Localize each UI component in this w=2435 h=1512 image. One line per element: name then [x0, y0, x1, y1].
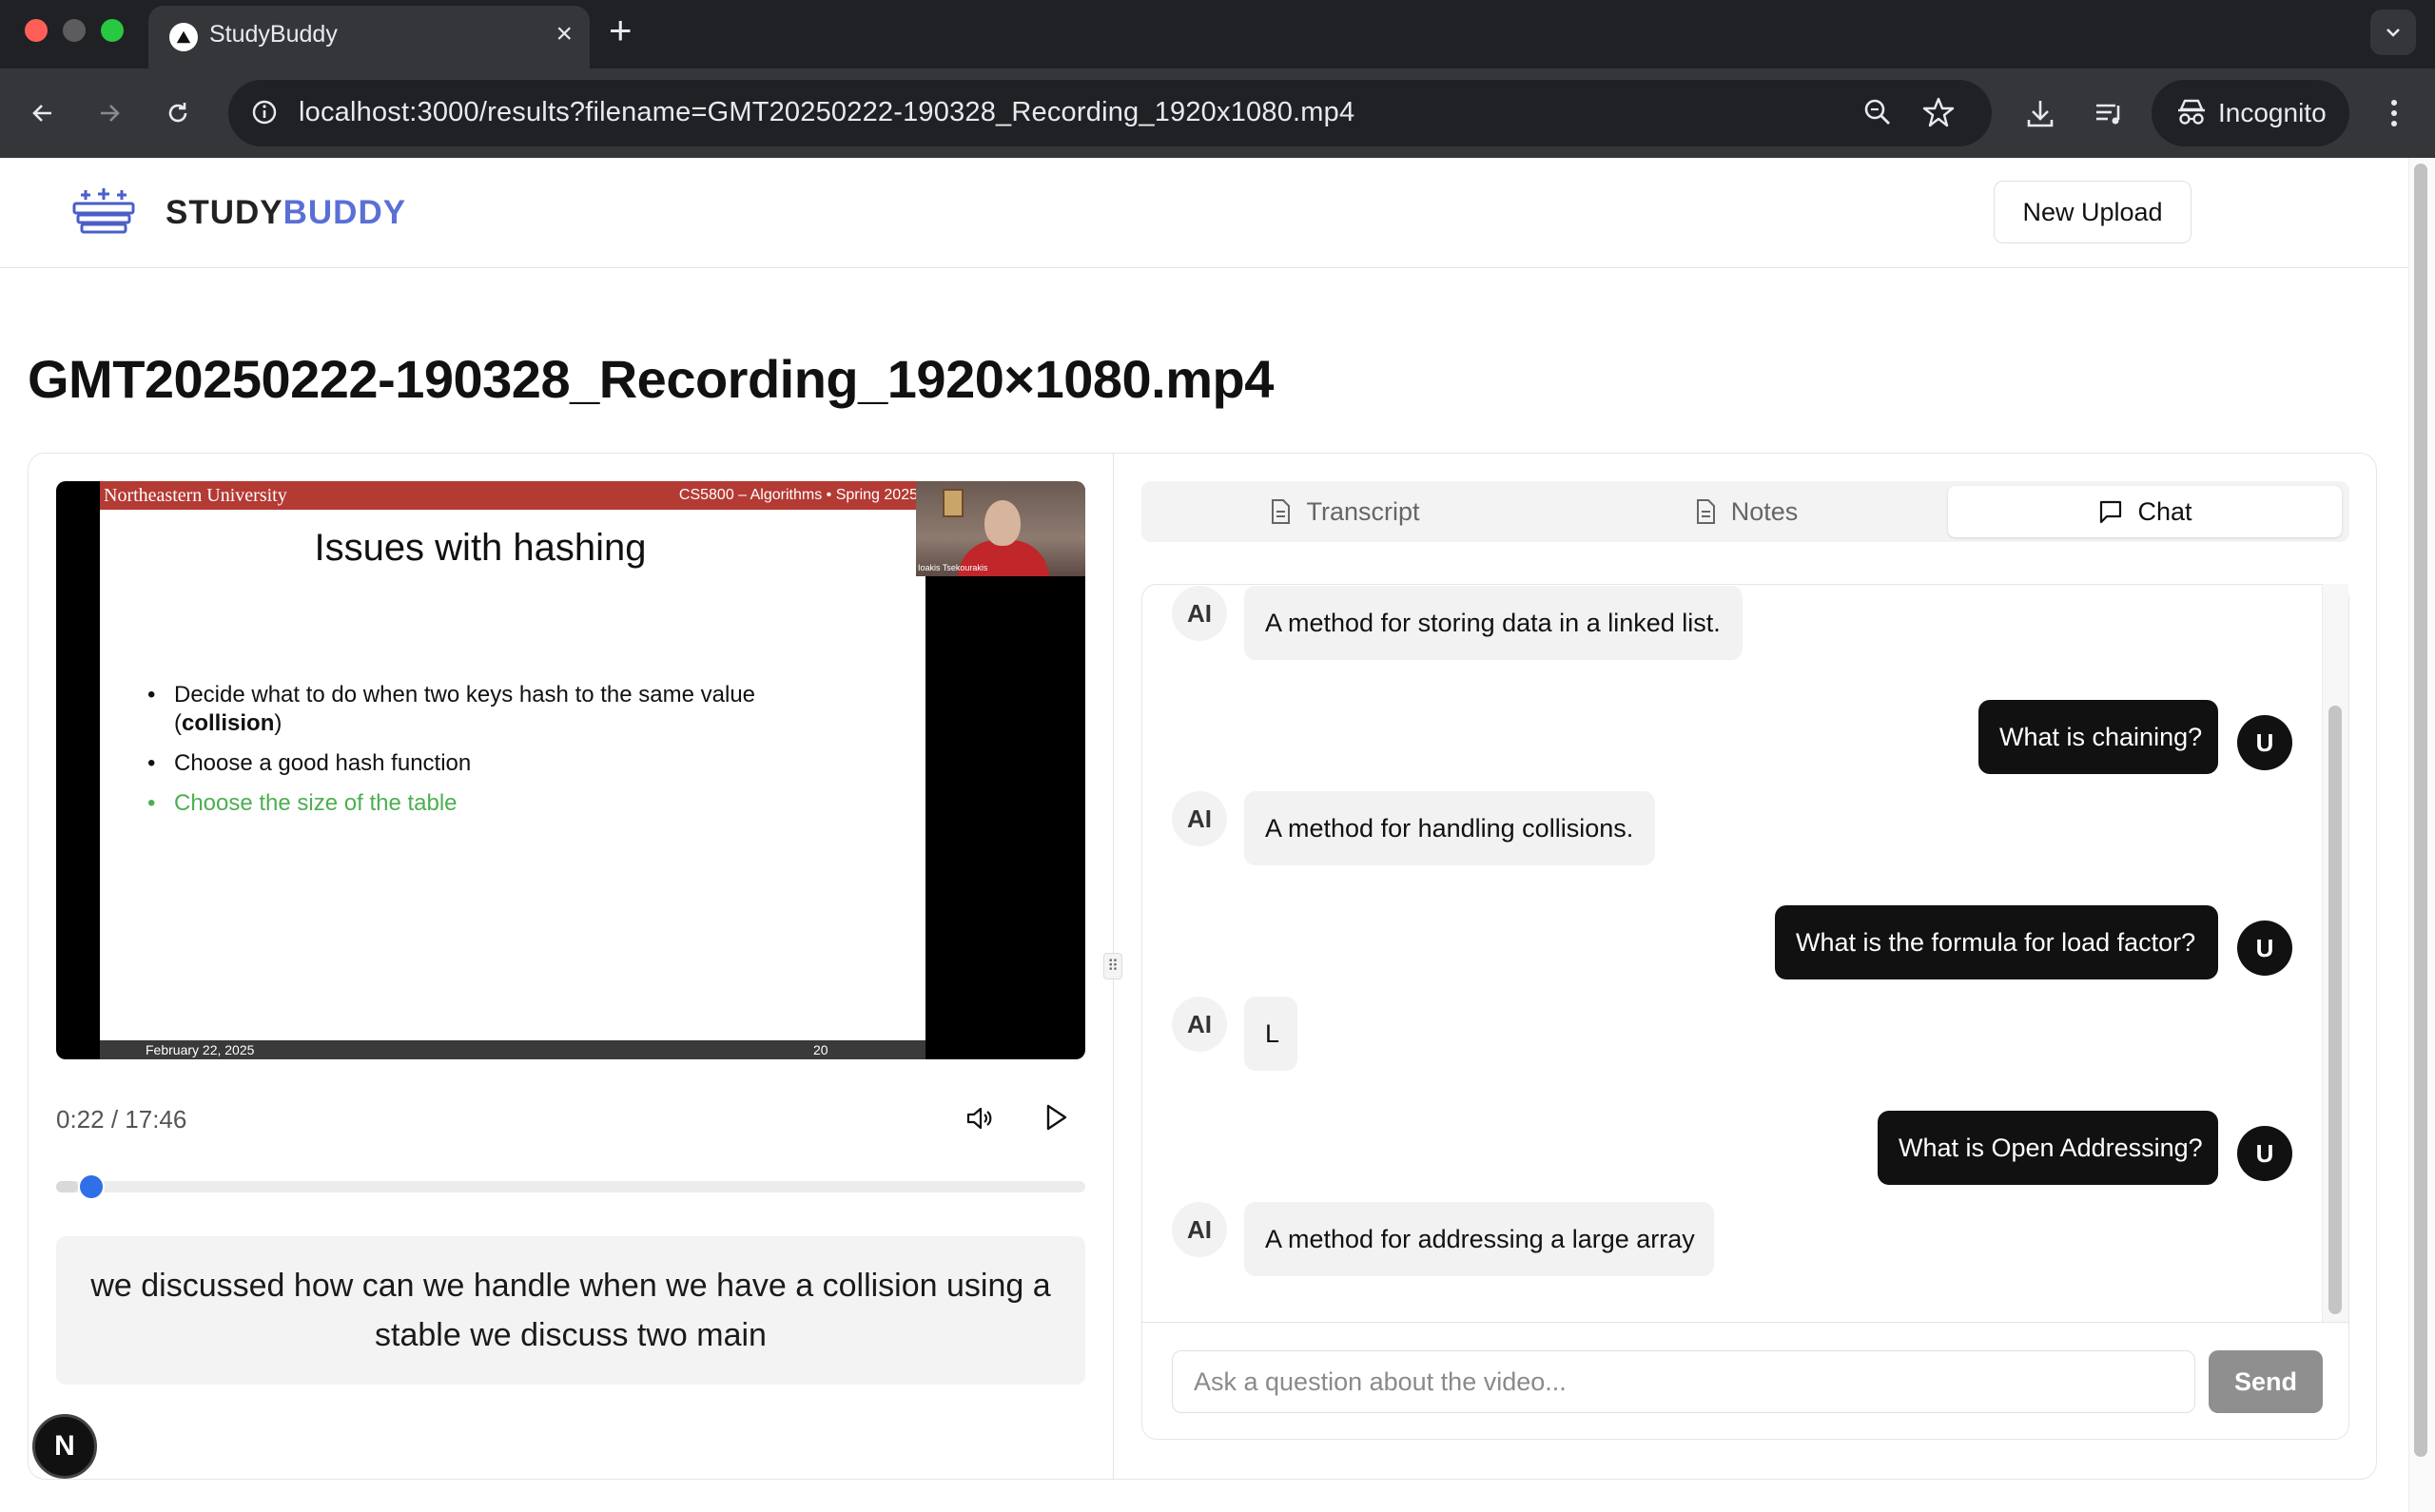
- chat-input-divider: [1141, 1322, 2349, 1323]
- live-caption: we discussed how can we handle when we h…: [56, 1236, 1085, 1385]
- studybuddy-logo-icon: [70, 186, 137, 240]
- brand-study: STUDY: [166, 194, 283, 231]
- nextjs-dev-badge[interactable]: N: [32, 1414, 97, 1479]
- app-header: STUDYBUDDY New Upload: [0, 158, 2408, 268]
- forward-arrow-icon[interactable]: [86, 89, 133, 137]
- user-avatar: U: [2237, 1126, 2292, 1181]
- ai-avatar: AI: [1172, 1202, 1227, 1257]
- slide-university: Northeastern University: [104, 485, 287, 506]
- slide-bullet: Decide what to do when two keys hash to …: [142, 681, 827, 738]
- maximize-window-button[interactable]: [101, 19, 124, 42]
- chat-bubble-icon: [2100, 500, 2122, 524]
- notes-document-icon: [1696, 499, 1715, 524]
- page-title: GMT20250222-190328_Recording_1920×1080.m…: [28, 349, 1274, 409]
- tab-title: StudyBuddy: [209, 21, 338, 48]
- slide-bullets: Decide what to do when two keys hash to …: [142, 681, 827, 829]
- tab-chat[interactable]: Chat: [1948, 486, 2342, 537]
- tab-transcript-label: Transcript: [1306, 496, 1420, 526]
- bullet-text: ): [274, 710, 282, 736]
- incognito-icon: [2174, 95, 2209, 134]
- close-window-button[interactable]: [25, 19, 48, 42]
- slide-date: February 22, 2025: [146, 1042, 255, 1057]
- send-button[interactable]: Send: [2209, 1350, 2323, 1413]
- video-time: 0:22 / 17:46: [56, 1105, 187, 1134]
- message-bubble: What is chaining?: [1978, 700, 2218, 774]
- message-bubble: L: [1244, 997, 1297, 1071]
- slide-page-number: 20: [813, 1042, 828, 1057]
- message-bubble: What is Open Addressing?: [1878, 1111, 2218, 1185]
- message-bubble: A method for addressing a large array: [1244, 1202, 1714, 1276]
- media-queue-icon[interactable]: [2085, 89, 2133, 137]
- chat-question-input[interactable]: [1172, 1350, 2195, 1413]
- new-tab-plus-icon[interactable]: +: [609, 8, 633, 53]
- browser-tab[interactable]: StudyBuddy ×: [148, 6, 590, 68]
- back-arrow-icon[interactable]: [19, 89, 67, 137]
- tab-close-icon[interactable]: ×: [555, 17, 573, 51]
- user-avatar: U: [2237, 715, 2292, 770]
- message-bubble: What is the formula for load factor?: [1775, 905, 2218, 979]
- reload-icon[interactable]: [154, 89, 202, 137]
- bullet-bold-text: collision: [182, 710, 275, 736]
- ai-avatar: AI: [1172, 791, 1227, 846]
- browser-menu-kebab-icon[interactable]: [2370, 89, 2418, 137]
- progress-fill: [56, 1181, 78, 1192]
- progress-thumb[interactable]: [78, 1173, 105, 1200]
- minimize-window-button[interactable]: [63, 19, 86, 42]
- page-scroll-thumb[interactable]: [2414, 164, 2427, 1457]
- url-text[interactable]: localhost:3000/results?filename=GMT20250…: [299, 97, 1354, 128]
- tab-chat-label: Chat: [2137, 496, 2192, 526]
- document-icon: [1272, 499, 1291, 524]
- message-bubble: A method for handling collisions.: [1244, 791, 1655, 865]
- tab-notes-label: Notes: [1730, 496, 1799, 526]
- video-progress-slider[interactable]: [56, 1173, 1085, 1200]
- resize-grip-icon[interactable]: ⠿: [1103, 953, 1122, 979]
- slide-footer: February 22, 2025 20: [100, 1040, 925, 1059]
- user-avatar: U: [2237, 921, 2292, 976]
- browser-toolbar: localhost:3000/results?filename=GMT20250…: [0, 68, 2435, 158]
- triangle-favicon-icon: [169, 23, 198, 51]
- panel-tabs: Transcript Notes Chat: [1141, 481, 2349, 542]
- browser-tabstrip: StudyBuddy × +: [0, 0, 2435, 68]
- ai-avatar: AI: [1172, 586, 1227, 641]
- ai-avatar: AI: [1172, 997, 1227, 1052]
- address-bar[interactable]: localhost:3000/results?filename=GMT20250…: [228, 80, 1992, 146]
- site-info-icon[interactable]: [247, 95, 282, 134]
- presenter-webcam: Ioakis Tsekourakis: [916, 481, 1085, 576]
- slide-header-bar: Northeastern University CS5800 – Algorit…: [100, 481, 925, 510]
- slide-bullet-highlight: Choose the size of the table: [142, 789, 827, 818]
- incognito-profile-button[interactable]: Incognito: [2152, 80, 2349, 146]
- lecture-slide: Northeastern University CS5800 – Algorit…: [100, 481, 925, 1059]
- play-icon[interactable]: [1037, 1101, 1075, 1135]
- volume-icon[interactable]: [961, 1103, 999, 1134]
- incognito-label: Incognito: [2218, 98, 2327, 127]
- bookmark-star-icon[interactable]: [1921, 95, 1956, 134]
- tab-transcript[interactable]: Transcript: [1147, 486, 1541, 537]
- wall-poster: [943, 489, 964, 517]
- video-player[interactable]: Northeastern University CS5800 – Algorit…: [56, 481, 1085, 1059]
- message-bubble: A method for storing data in a linked li…: [1244, 586, 1743, 660]
- tab-notes[interactable]: Notes: [1549, 486, 1942, 537]
- new-upload-button[interactable]: New Upload: [1994, 181, 2192, 243]
- zoom-magnifier-icon[interactable]: [1860, 95, 1895, 134]
- slide-bullet: Choose a good hash function: [142, 749, 827, 778]
- brand-buddy: BUDDY: [282, 194, 407, 231]
- webcam-name-label: Ioakis Tsekourakis: [918, 563, 988, 572]
- slide-title: Issues with hashing: [314, 527, 647, 569]
- download-icon[interactable]: [2016, 89, 2064, 137]
- presenter-head: [984, 500, 1021, 546]
- slide-course: CS5800 – Algorithms • Spring 2025: [678, 487, 918, 503]
- chat-scroll-thumb[interactable]: [2328, 706, 2342, 1314]
- brand-wordmark[interactable]: STUDYBUDDY: [166, 194, 406, 232]
- tab-search-chevron-icon[interactable]: [2370, 10, 2416, 55]
